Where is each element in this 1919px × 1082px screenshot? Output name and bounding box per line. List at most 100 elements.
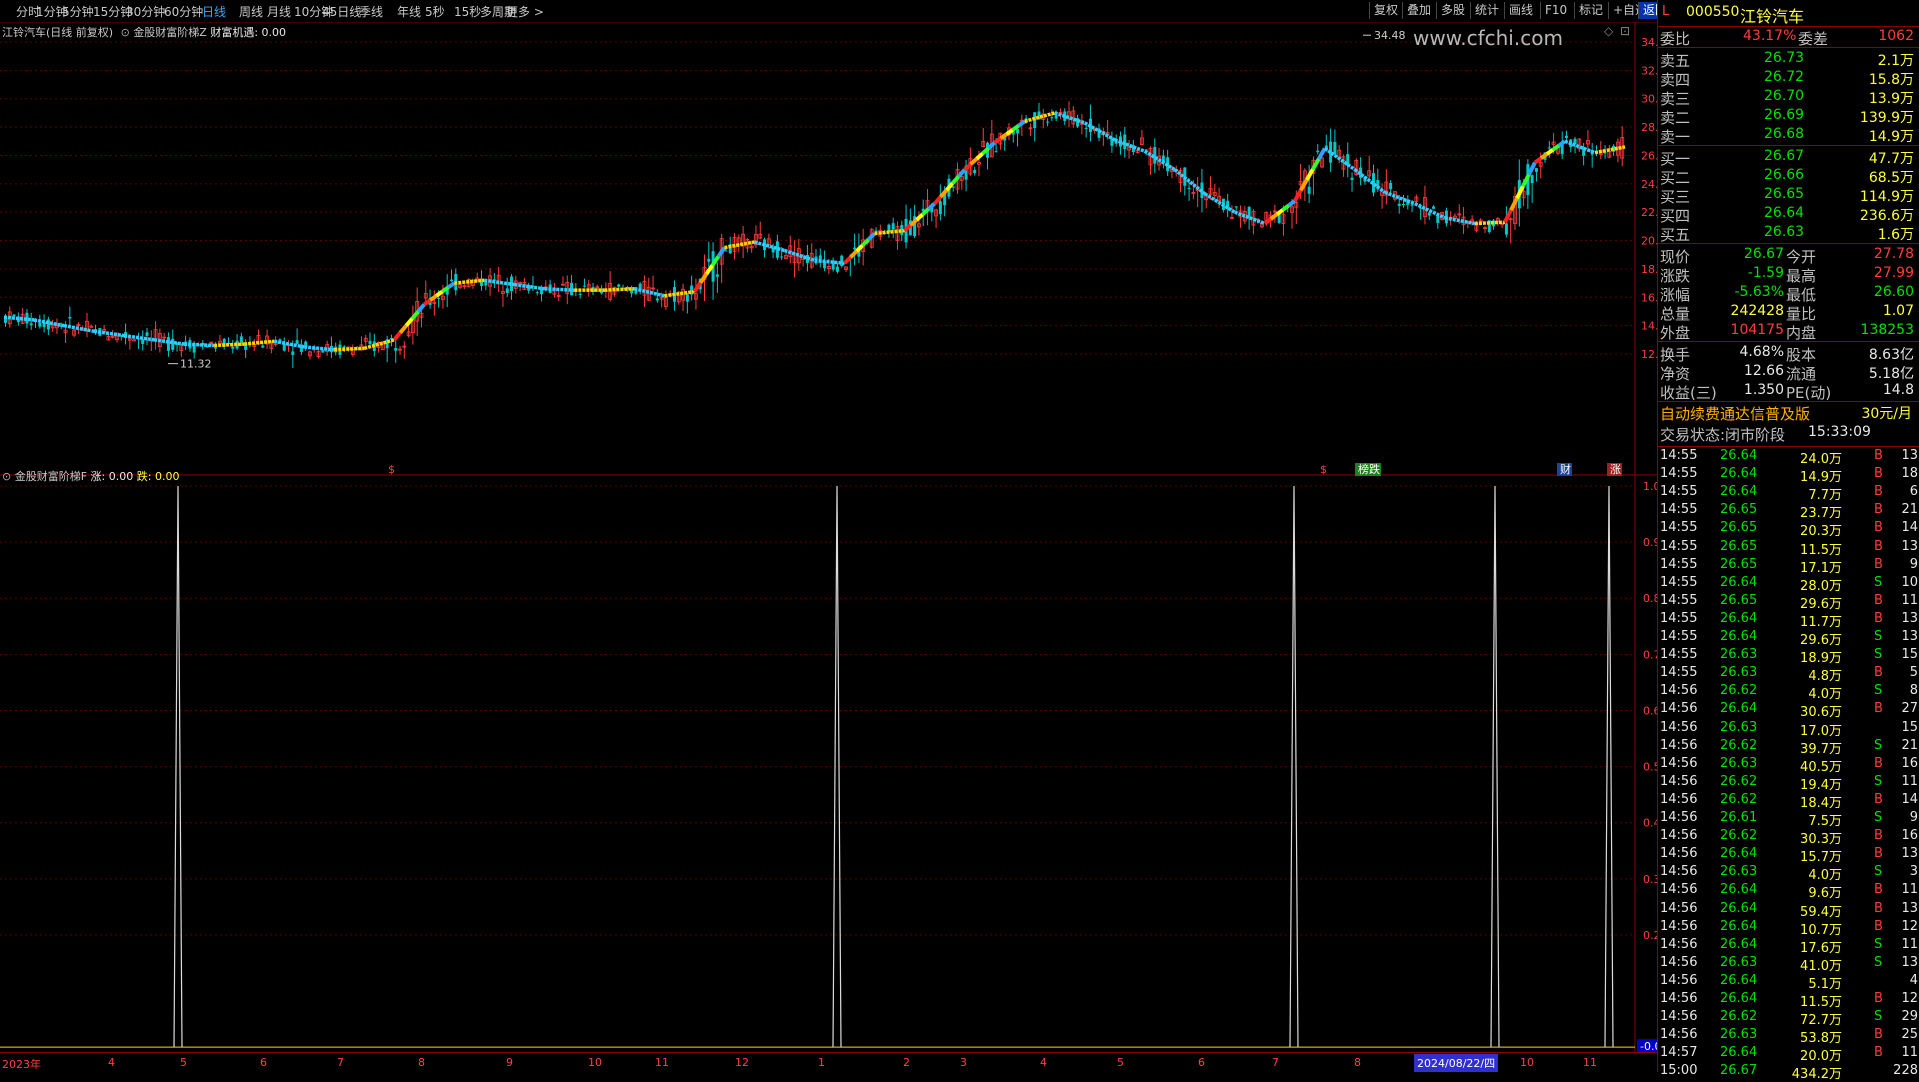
- diamond-icon[interactable]: ◇: [1604, 24, 1613, 38]
- period-2[interactable]: 5分钟: [62, 3, 94, 20]
- weibi-row: 委比 43.17% 委差 1062: [1658, 28, 1919, 48]
- candle-body: [1316, 150, 1320, 153]
- tick-row: 14:57 26.64 20.0万 B 11: [1658, 1045, 1919, 1064]
- period-13[interactable]: 5秒: [425, 3, 445, 20]
- period-10[interactable]: 45日线: [322, 3, 361, 20]
- tick-price: 26.63: [1720, 755, 1758, 771]
- divider: [1658, 446, 1919, 447]
- sub-y-tick: 1.00: [1643, 480, 1657, 493]
- ladder-segment: [1017, 119, 1026, 128]
- stat-label: 收益(三): [1660, 384, 1717, 402]
- bid-price: 26.63: [1764, 224, 1805, 240]
- x-axis-label: 11: [1583, 1056, 1597, 1069]
- tick-row: 14:56 26.62 30.3万 B 16: [1658, 828, 1919, 847]
- signal-marker[interactable]: 涨: [1610, 463, 1621, 476]
- period-12[interactable]: 年线: [397, 3, 421, 20]
- tick-volume: 20.3万: [1800, 524, 1842, 540]
- divider: [1658, 145, 1919, 146]
- signal-marker[interactable]: 财: [1560, 462, 1571, 476]
- tick-volume: 18.4万: [1800, 795, 1842, 811]
- bid-row: 买四 26.64 236.6万: [1658, 205, 1919, 225]
- chart-area[interactable]: 34.00 32.00 30.00 28.00 26.00 24.00 22.00 20.00…: [0, 22, 1657, 1052]
- stat2-row: 收益(三) 1.350 PE(动) 14.8: [1658, 382, 1919, 402]
- period-8[interactable]: 月线: [267, 3, 291, 20]
- tick-volume: 40.5万: [1800, 759, 1842, 775]
- tick-count: 11: [1901, 936, 1918, 952]
- period-16[interactable]: 更多 >: [506, 3, 544, 20]
- toolbar-button-6[interactable]: 标记: [1574, 2, 1607, 19]
- tick-side: B: [1874, 991, 1883, 1006]
- candle-body: [166, 337, 170, 351]
- tick-volume: 30.6万: [1800, 705, 1842, 721]
- bid-volume: 236.6万: [1859, 208, 1914, 224]
- tick-volume: 23.7万: [1800, 506, 1842, 522]
- weibi-label: 委比: [1660, 30, 1691, 48]
- stat-value: 26.67: [1743, 246, 1784, 262]
- period-4[interactable]: 30分钟: [126, 3, 165, 20]
- toolbar-button-3[interactable]: 统计: [1470, 2, 1503, 19]
- ladder-segment: [957, 168, 967, 178]
- high-label: 34.48: [1374, 29, 1406, 42]
- stat-value: 242428: [1730, 303, 1784, 319]
- tick-price: 26.64: [1720, 900, 1758, 916]
- promo-row[interactable]: 自动续费通达信普及版 30元/月: [1658, 403, 1919, 423]
- candle-body: [891, 223, 895, 230]
- tick-count: 3: [1909, 864, 1918, 880]
- tick-count: 11: [1901, 592, 1918, 608]
- stat-label: 最高: [1786, 267, 1817, 285]
- bid-label: 买三: [1660, 188, 1691, 206]
- tick-price: 26.65: [1720, 502, 1758, 518]
- bottom-tab[interactable]: [1, 1054, 61, 1070]
- toolbar-button-4[interactable]: 画线: [1504, 2, 1537, 19]
- signal-marker[interactable]: $: [388, 463, 395, 476]
- toolbar-button-1[interactable]: 叠加: [1402, 2, 1435, 19]
- tick-side: B: [1874, 882, 1883, 898]
- tick-volume: 434.2万: [1791, 1067, 1842, 1082]
- expand-icon[interactable]: ⊡: [1620, 24, 1630, 38]
- sub-y-tick: 0.40: [1643, 817, 1657, 830]
- signal-marker[interactable]: $: [1320, 463, 1327, 476]
- period-11[interactable]: 季线: [359, 3, 383, 20]
- period-6[interactable]: 日线: [202, 3, 226, 20]
- stock-title: 江铃汽车(日线 前复权): [2, 26, 114, 39]
- x-axis-label: 9: [506, 1056, 513, 1069]
- signal-marker[interactable]: 榜跌: [1358, 462, 1380, 476]
- tick-time: 14:56: [1660, 1009, 1698, 1025]
- toolbar-button-0[interactable]: 复权: [1369, 2, 1402, 19]
- y-tick-label: 28.00: [1641, 121, 1657, 134]
- settings-icon[interactable]: ⊙: [121, 26, 130, 39]
- sub-settings-icon[interactable]: ⊙: [2, 470, 11, 483]
- tick-side: B: [1874, 1045, 1883, 1061]
- candle-body: [617, 284, 621, 287]
- period-7[interactable]: 周线: [239, 3, 263, 20]
- tick-time: 14:55: [1660, 629, 1698, 644]
- ladder-segment: [447, 281, 456, 289]
- tick-side: B: [1874, 791, 1883, 807]
- toolbar-button-5[interactable]: F10: [1540, 2, 1571, 19]
- tick-price: 26.64: [1720, 972, 1758, 988]
- status-text: 交易状态:闭市阶段: [1660, 426, 1786, 444]
- ask-label: 卖四: [1660, 71, 1691, 89]
- tick-time: 14:56: [1660, 918, 1698, 934]
- indicator-name[interactable]: 金股财富阶梯Z: [133, 26, 207, 39]
- ladder-segment: [398, 324, 408, 335]
- candle-body: [1333, 142, 1337, 155]
- ladder-segment: [429, 294, 438, 302]
- tick-price: 26.64: [1720, 991, 1758, 1006]
- ladder-segment: [214, 342, 245, 348]
- tick-price: 26.64: [1720, 936, 1758, 952]
- tick-volume: 18.9万: [1800, 651, 1842, 667]
- sub-indicator-name[interactable]: 金股财富阶梯F: [15, 470, 87, 483]
- ask-volume: 15.8万: [1868, 72, 1914, 88]
- toolbar-button-2[interactable]: 多股: [1436, 2, 1469, 19]
- tick-count: 12: [1901, 991, 1918, 1006]
- tick-price: 26.65: [1720, 538, 1758, 554]
- period-14[interactable]: 15秒: [454, 3, 481, 20]
- candle-body: [1530, 175, 1534, 184]
- period-5[interactable]: 60分钟: [164, 3, 203, 20]
- tick-volume: 9.6万: [1808, 886, 1842, 902]
- ladder-segment: [915, 212, 924, 222]
- tick-row: 14:56 26.62 4.0万 S 8: [1658, 683, 1919, 702]
- y-tick-label: 24.00: [1641, 178, 1657, 191]
- bid-label: 买四: [1660, 207, 1691, 225]
